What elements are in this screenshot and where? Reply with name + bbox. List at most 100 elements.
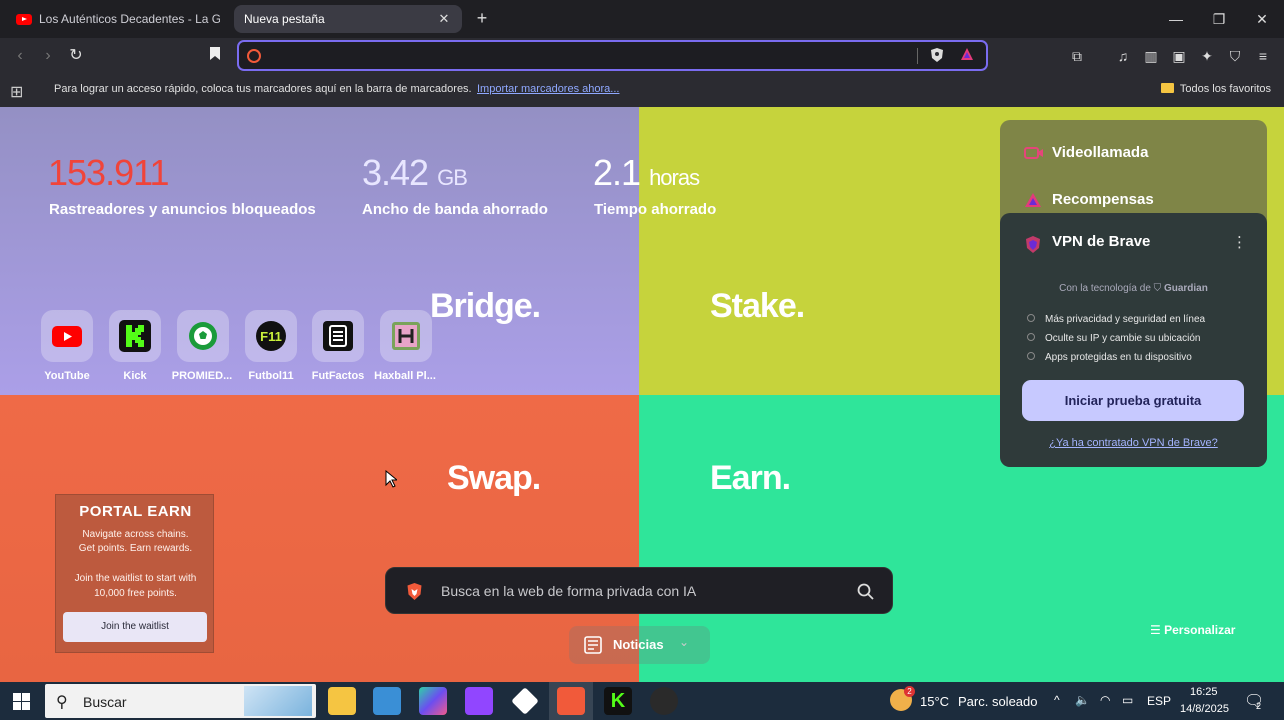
tab-youtube[interactable]: Los Auténticos Decadentes - La Guita (6, 5, 230, 33)
tab-title: Nueva pestaña (244, 12, 325, 26)
notifications-icon[interactable]: 🗨 (1244, 691, 1264, 711)
menu-icon[interactable]: ≡ (1253, 46, 1273, 66)
mouse-cursor-icon (385, 470, 397, 488)
restore-button[interactable]: ❐ (1209, 9, 1229, 29)
start-trial-button[interactable]: Iniciar prueba gratuita (1022, 380, 1244, 421)
apps-grid-icon[interactable]: ⊞ (10, 82, 23, 102)
brave-shields-icon[interactable] (930, 47, 944, 68)
top-site-haxball[interactable] (380, 310, 432, 362)
haxball-icon (392, 322, 420, 350)
vpn-icon[interactable]: ⛉ (1225, 46, 1245, 66)
top-site-futfactos[interactable] (312, 310, 364, 362)
close-tab-icon[interactable]: ✕ (436, 11, 452, 27)
portal-text: Get points. Earn rewards. (78, 543, 193, 554)
top-site-futbol11[interactable]: F11 (245, 310, 297, 362)
weather-temp: 15°C (920, 694, 950, 709)
twitch-icon[interactable] (465, 687, 493, 715)
media-icon[interactable]: ♫ (1113, 46, 1133, 66)
portal-text: Join the waitlist to start with (74, 573, 197, 584)
portal-earn-card[interactable]: PORTAL EARN Navigate across chains. Get … (55, 494, 214, 653)
all-favorites-folder[interactable]: Todos los favoritos (1160, 83, 1271, 95)
new-tab-button[interactable]: + (472, 8, 492, 28)
customize-label: Personalizar (1164, 623, 1236, 637)
clock-time[interactable]: 16:25 (1190, 686, 1218, 698)
futbol11-icon: F11 (256, 321, 286, 351)
time-saved-label: Tiempo ahorrado (594, 201, 717, 218)
chevron-down-icon: ⌄ (679, 635, 690, 649)
sliders-icon: ☰ (1150, 623, 1165, 637)
vpn-title: VPN de Brave (1052, 233, 1151, 250)
import-bookmarks-link[interactable]: Importar marcadores ahora... (477, 83, 619, 95)
news-button[interactable]: Noticias ⌄ (569, 626, 710, 664)
forward-button[interactable]: › (38, 46, 58, 66)
store-icon[interactable] (373, 687, 401, 715)
vpn-feature: Apps protegidas en tu dispositivo (1027, 352, 1192, 363)
more-options-icon[interactable]: ⋮ (1232, 233, 1247, 251)
language-indicator[interactable]: ESP (1147, 694, 1171, 708)
clock-date[interactable]: 14/8/2025 (1180, 703, 1229, 715)
all-favorites-label: Todos los favoritos (1179, 83, 1271, 95)
file-explorer-icon[interactable] (328, 687, 356, 715)
taskbar-search[interactable]: ⚲ Buscar (45, 684, 316, 718)
bridge-label: Bridge. (430, 287, 541, 325)
obs-icon[interactable] (650, 687, 678, 715)
reload-button[interactable]: ↻ (66, 46, 86, 66)
customize-button[interactable]: ☰ Personalizar (1150, 623, 1235, 637)
top-site-youtube[interactable] (41, 310, 93, 362)
bandwidth-saved-value: 3.42 GB (362, 152, 468, 193)
folder-icon (1160, 83, 1174, 93)
top-site-promiedos[interactable] (177, 310, 229, 362)
brave-search-icon (247, 49, 261, 63)
videocall-item[interactable]: Videollamada (1024, 144, 1148, 161)
search-icon[interactable] (857, 583, 874, 600)
speaker-icon[interactable]: 🔈 (1075, 693, 1090, 707)
youtube-icon (16, 13, 32, 25)
search-box[interactable]: Busca en la web de forma privada con IA (385, 567, 893, 614)
join-waitlist-button[interactable]: Join the waitlist (63, 612, 207, 642)
windows-taskbar: ⚲ Buscar K 2 15°C Parc. soleado ^ 🔈 ◠ ▭ … (0, 682, 1284, 720)
bandwidth-saved-label: Ancho de banda ahorrado (362, 201, 548, 218)
portal-text: Navigate across chains. (82, 529, 189, 540)
weather-badge: 2 (904, 686, 915, 697)
search-placeholder: Busca en la web de forma privada con IA (441, 583, 697, 599)
leo-ai-icon[interactable]: ✦ (1197, 46, 1217, 66)
sidebar-panel: Videollamada Recompensas VPN de Brave ⋮ … (1000, 120, 1267, 467)
copilot-icon[interactable] (419, 687, 447, 715)
address-input[interactable] (269, 46, 869, 66)
wifi-icon[interactable]: ◠ (1100, 693, 1110, 707)
time-saved-value: 2.1 horas (593, 152, 700, 193)
tab-new-tab[interactable]: Nueva pestaña ✕ (234, 5, 462, 33)
wallet-icon[interactable]: ▣ (1169, 46, 1189, 66)
top-site-label: Futbol11 (248, 370, 294, 382)
brave-logo-icon (407, 583, 422, 600)
videocall-label: Videollamada (1052, 144, 1149, 161)
windows-start-icon[interactable] (13, 693, 30, 710)
close-window-button[interactable]: ✕ (1252, 9, 1272, 29)
battery-icon[interactable]: ▭ (1122, 693, 1133, 707)
top-site-kick[interactable] (109, 310, 161, 362)
video-camera-icon (1024, 146, 1043, 159)
already-subscribed-link[interactable]: ¿Ya ha contratado VPN de Brave? (1000, 437, 1267, 449)
bookmark-icon[interactable] (205, 46, 225, 66)
vpn-shield-icon (1026, 236, 1040, 253)
top-site-label: PROMIED... (171, 370, 233, 382)
chevron-up-icon[interactable]: ^ (1054, 693, 1060, 707)
kick-icon (119, 320, 151, 352)
rewards-item[interactable]: Recompensas (1024, 191, 1154, 208)
back-button[interactable]: ‹ (10, 46, 30, 66)
brave-rewards-icon[interactable] (960, 47, 974, 66)
sidebar-icon[interactable]: ▥ (1141, 46, 1161, 66)
minimize-button[interactable]: — (1166, 9, 1186, 29)
trackers-blocked-count: 153.911 (48, 152, 169, 193)
kick-icon[interactable]: K (604, 687, 632, 715)
address-bar[interactable] (237, 40, 988, 71)
weather-desc: Parc. soleado (958, 694, 1038, 709)
brave-rewards-icon (1025, 192, 1041, 207)
bookmarks-hint: Para lograr un acceso rápido, coloca tus… (54, 83, 472, 95)
rewards-label: Recompensas (1052, 191, 1154, 208)
tab-search-icon[interactable]: ⧉ (1067, 46, 1087, 66)
brave-browser-icon[interactable] (557, 687, 585, 715)
app-diamond-icon[interactable] (511, 687, 539, 715)
vpn-feature: Más privacidad y seguridad en línea (1027, 314, 1205, 325)
svg-text:F11: F11 (260, 329, 282, 344)
